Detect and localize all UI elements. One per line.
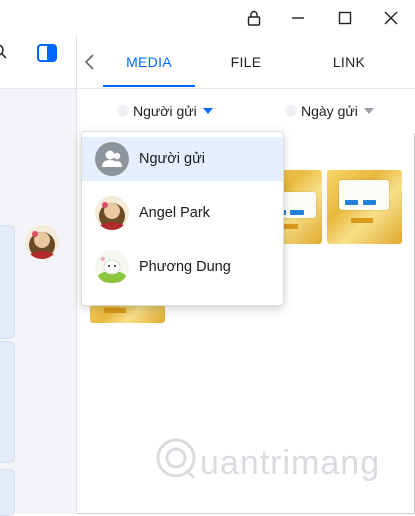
- caret-down-icon: [363, 108, 374, 114]
- sender-filter[interactable]: Người gửi: [117, 89, 213, 133]
- avatar: [95, 196, 129, 230]
- filter-dot: [285, 105, 297, 117]
- sender-filter-label: Người gửi: [133, 103, 197, 119]
- tab-media[interactable]: MEDIA: [103, 36, 195, 88]
- toggle-sidebar-icon[interactable]: [37, 44, 57, 62]
- avatar: [95, 250, 129, 284]
- message-bubble: [0, 469, 15, 516]
- filter-dot: [117, 105, 129, 117]
- dropdown-item-angel-park[interactable]: Angel Park: [82, 191, 283, 235]
- dropdown-item-label: Phương Dung: [139, 259, 231, 275]
- maximize-icon[interactable]: [333, 6, 357, 30]
- media-thumbnail[interactable]: [327, 170, 402, 244]
- svg-text:uantrimang: uantrimang: [200, 444, 380, 482]
- active-tab-indicator: [103, 85, 195, 87]
- avatar[interactable]: [25, 225, 59, 259]
- date-filter-label: Ngày gửi: [301, 103, 358, 119]
- group-icon: [95, 142, 129, 176]
- tab-file[interactable]: FILE: [204, 36, 288, 88]
- minimize-icon[interactable]: [286, 6, 310, 30]
- search-icon[interactable]: [0, 44, 8, 60]
- dropdown-item-label: Angel Park: [139, 205, 210, 221]
- dropdown-item-label: Người gửi: [139, 151, 205, 167]
- filter-bar: Người gửi Ngày gửi: [77, 89, 415, 133]
- chat-pane: [0, 0, 77, 516]
- watermark-logo: uantrimang: [150, 430, 390, 490]
- message-bubble: [0, 341, 15, 463]
- back-chevron-icon[interactable]: [83, 53, 97, 71]
- title-bar: [76, 0, 415, 36]
- chat-header: [0, 0, 76, 89]
- media-tabs: MEDIA FILE LINK: [77, 36, 415, 89]
- caret-down-icon: [202, 108, 213, 114]
- tab-link[interactable]: LINK: [309, 36, 389, 88]
- chat-messages: [0, 89, 76, 516]
- close-icon[interactable]: [379, 6, 403, 30]
- dropdown-item-all-senders[interactable]: Người gửi: [82, 137, 283, 181]
- dropdown-item-phuong-dung[interactable]: Phương Dung: [82, 245, 283, 289]
- date-filter[interactable]: Ngày gửi: [285, 89, 374, 133]
- lock-icon[interactable]: [242, 6, 266, 30]
- message-bubble: [0, 225, 15, 339]
- sender-dropdown: Người gửi Angel Park Phương Dung: [81, 131, 284, 306]
